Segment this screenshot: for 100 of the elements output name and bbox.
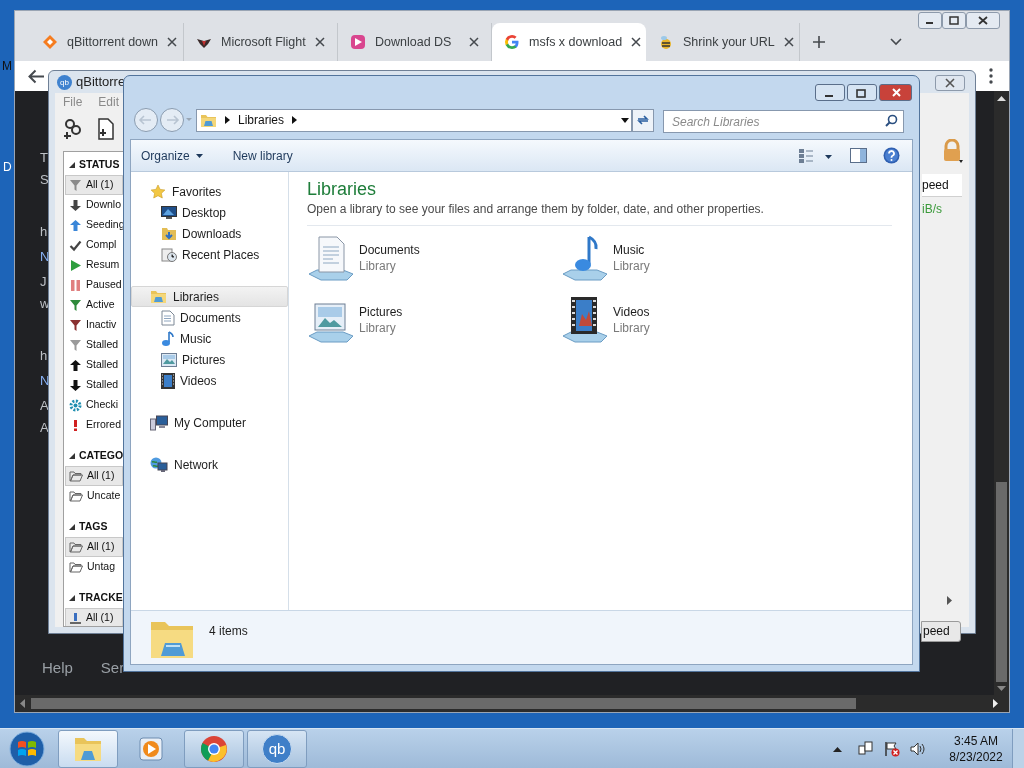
page-text: T (40, 149, 48, 167)
close-icon[interactable] (315, 37, 325, 47)
preview-pane-icon[interactable] (850, 148, 867, 163)
close-icon[interactable] (944, 78, 956, 88)
refresh-icon[interactable] (636, 114, 650, 126)
footer-link[interactable]: Ser (100, 656, 125, 679)
close-icon[interactable] (631, 37, 642, 47)
nav-item[interactable]: Network (131, 454, 288, 475)
column-header[interactable]: peed (922, 174, 962, 197)
breadcrumb-arrow-icon[interactable] (225, 116, 230, 124)
window-title: qBittorre (76, 73, 126, 92)
filter-item[interactable]: All (1) (65, 175, 123, 195)
nav-item[interactable]: Desktop (131, 202, 288, 223)
library-item[interactable]: Music Library (561, 234, 815, 282)
taskbar-button[interactable]: qb (247, 729, 307, 768)
filter-item[interactable]: Paused (65, 275, 123, 295)
collapse-icon[interactable] (69, 523, 75, 530)
collapse-icon[interactable] (69, 594, 75, 601)
page-text: A (40, 397, 49, 415)
filter-item[interactable]: Uncate (65, 486, 123, 506)
section-heading: STATUS (79, 156, 120, 172)
start-button[interactable] (8, 729, 46, 768)
folder-icon (69, 541, 83, 553)
maximize-button[interactable] (942, 12, 966, 29)
toolbar-button[interactable]: New library (232, 146, 293, 165)
footer-link[interactable]: Help (42, 656, 73, 679)
close-button[interactable] (935, 75, 965, 91)
play-icon (69, 258, 82, 272)
scrollbar-thumb[interactable] (31, 698, 856, 709)
new-tab-icon[interactable] (812, 35, 826, 49)
taskbar-button[interactable] (58, 729, 118, 768)
filter-item[interactable]: Active (65, 295, 123, 315)
close-icon[interactable] (167, 37, 178, 47)
address-bar[interactable]: Libraries (196, 108, 632, 132)
library-item[interactable]: Pictures Library (307, 296, 561, 344)
library-item[interactable]: Documents Library (307, 234, 561, 282)
breadcrumb-arrow-icon[interactable] (292, 116, 298, 124)
up-arrow-icon (69, 218, 82, 232)
filter-item[interactable]: Stalled (65, 375, 123, 395)
filter-item[interactable]: Errored (65, 415, 123, 435)
search-icon[interactable] (885, 113, 898, 127)
nav-item[interactable]: Favorites (131, 181, 288, 202)
more-icon[interactable] (989, 68, 993, 84)
nav-item[interactable]: Libraries (131, 286, 288, 307)
filter-item[interactable]: Untag (65, 557, 123, 577)
close-icon[interactable] (783, 37, 794, 47)
folder-download-icon (161, 225, 177, 242)
help-icon[interactable] (883, 147, 900, 164)
filter-item[interactable]: All (1) (65, 537, 123, 557)
filter-item[interactable]: Resum (65, 255, 123, 275)
filter-item[interactable]: Stalled (65, 335, 123, 355)
view-options-icon[interactable] (798, 147, 832, 164)
speed-value: iB/s (922, 201, 942, 218)
flag-alert-icon[interactable] (884, 740, 900, 757)
scroll-down-icon[interactable] (997, 686, 1006, 692)
scroll-up-icon[interactable] (997, 95, 1006, 101)
star-icon (150, 183, 166, 200)
scrollbar-thumb[interactable] (996, 482, 1007, 682)
speed-button[interactable]: peed (921, 621, 961, 642)
nav-item[interactable]: Documents (131, 307, 288, 328)
nav-item[interactable]: Music (131, 328, 288, 349)
scroll-right-icon[interactable] (993, 699, 999, 708)
filter-item[interactable]: All (1) (65, 608, 123, 626)
collapse-icon[interactable] (69, 452, 75, 459)
volume-icon[interactable] (910, 740, 926, 757)
clock[interactable]: 3:45 AM 8/23/2022 (944, 732, 1008, 765)
browser-tab[interactable]: msfs x download (492, 23, 646, 61)
filter-item[interactable]: Inactiv (65, 315, 123, 335)
filter-item[interactable]: Compl (65, 235, 123, 255)
search-field[interactable]: Search Libraries (663, 110, 904, 133)
chevron-down-icon[interactable] (890, 38, 902, 46)
filter-item[interactable]: Checki (65, 395, 123, 415)
nav-item[interactable]: Recent Places (131, 244, 288, 265)
toolbar-button[interactable]: Organize (141, 146, 203, 165)
dropdown-icon[interactable] (621, 117, 629, 123)
close-icon[interactable] (469, 37, 479, 47)
network-icon[interactable] (858, 740, 874, 757)
minimize-button[interactable] (918, 12, 942, 29)
nav-item[interactable]: Videos (131, 370, 288, 391)
close-button[interactable] (966, 12, 1000, 29)
collapse-icon[interactable] (69, 161, 75, 168)
recent-places-icon (161, 246, 177, 263)
scroll-right-icon[interactable] (947, 596, 953, 605)
scroll-left-icon[interactable] (19, 699, 25, 708)
folder-icon (69, 561, 83, 573)
nav-item[interactable]: Downloads (131, 223, 288, 244)
filter-item[interactable]: All (1) (65, 466, 123, 486)
breadcrumb[interactable]: Libraries (238, 111, 285, 129)
add-link-icon[interactable] (63, 118, 83, 140)
maximize-icon[interactable] (946, 14, 962, 27)
filter-item[interactable]: Downlo (65, 195, 123, 215)
library-item[interactable]: Videos Library (561, 296, 815, 344)
nav-item[interactable]: My Computer (131, 412, 288, 433)
filter-item[interactable]: Stalled (65, 355, 123, 375)
tab-favicon (504, 34, 520, 50)
nav-item[interactable]: Pictures (131, 349, 288, 370)
add-file-icon[interactable] (97, 118, 115, 140)
show-hidden-icons[interactable] (833, 745, 842, 752)
back-icon[interactable] (28, 68, 45, 84)
taskbar-button[interactable] (184, 729, 244, 768)
